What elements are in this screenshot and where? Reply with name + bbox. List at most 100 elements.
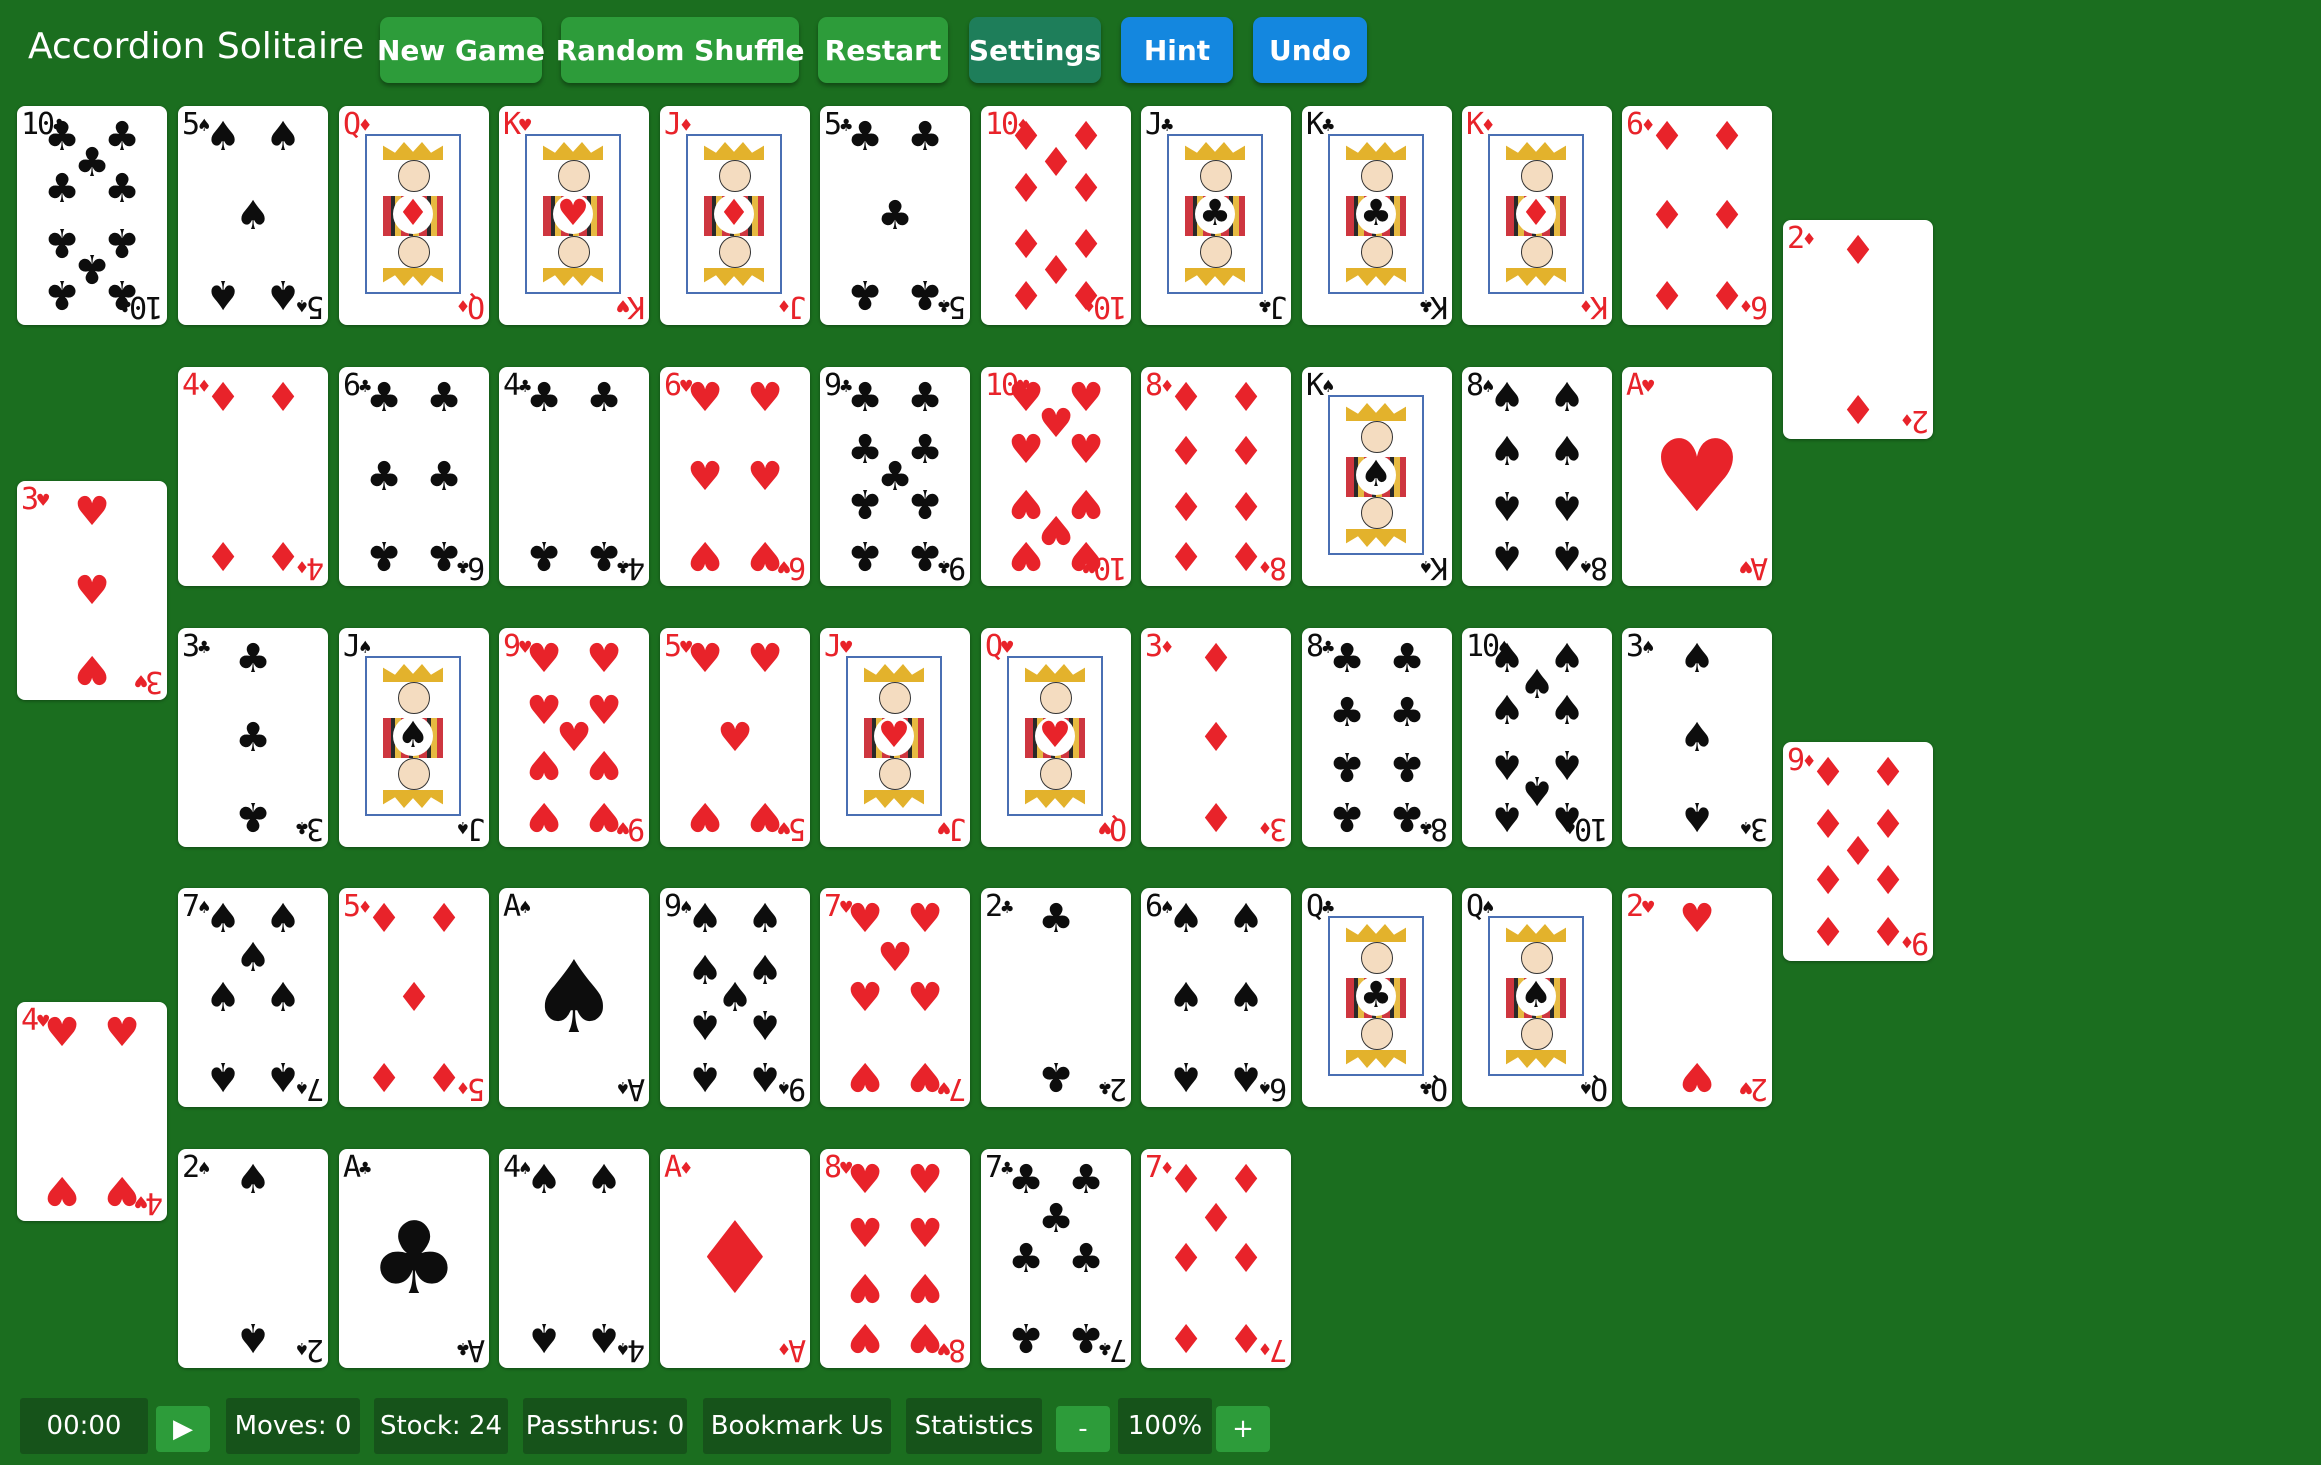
card-7-of-diamonds[interactable]: 7♦ 7♦ ♦ ♦ ♦ ♦ ♦ ♦ ♦ (1141, 1149, 1291, 1368)
card-q-of-diamonds[interactable]: Q♦ Q♦ ♦ (339, 106, 489, 325)
card-8-of-spades[interactable]: 8♠ 8♠ ♠ ♠ ♠ ♠ ♠ ♠ ♠ ♠ (1462, 367, 1612, 586)
heart-icon: ♥ (687, 793, 723, 840)
card-a-of-spades[interactable]: A♠ A♠ ♠ (499, 888, 649, 1107)
card-5-of-diamonds[interactable]: 5♦ 5♦ ♦ ♦ ♦ ♦ ♦ (339, 888, 489, 1107)
club-icon: ♣ (1068, 1235, 1104, 1282)
card-index: 2♣ (1098, 1071, 1127, 1106)
diamond-icon: ♦ (1008, 166, 1044, 213)
zoom-in-button[interactable]: + (1216, 1406, 1270, 1452)
heart-icon: ♥ (747, 374, 783, 421)
card-2-of-diamonds[interactable]: 2♦ 2♦ ♦ ♦ (1783, 220, 1933, 439)
card-4-of-clubs[interactable]: 4♣ 4♣ ♣ ♣ ♣ ♣ (499, 367, 649, 586)
play-icon[interactable]: ▶ (156, 1406, 210, 1452)
heart-icon: ♥ (1008, 427, 1044, 474)
club-icon: ♣ (369, 1199, 459, 1317)
club-icon: ♣ (366, 532, 402, 579)
card-10-of-clubs[interactable]: 10♣ 10♣ ♣ ♣ ♣ ♣ ♣ ♣ ♣ ♣ ♣ ♣ (17, 106, 167, 325)
bookmark-link[interactable]: Bookmark Us (703, 1398, 891, 1454)
card-2-of-clubs[interactable]: 2♣ 2♣ ♣ ♣ (981, 888, 1131, 1107)
heart-icon: ♥ (687, 453, 723, 500)
card-9-of-clubs[interactable]: 9♣ 9♣ ♣ ♣ ♣ ♣ ♣ ♣ ♣ ♣ ♣ (820, 367, 970, 586)
card-index: K♣ (1419, 289, 1448, 324)
card-a-of-clubs[interactable]: A♣ A♣ ♣ (339, 1149, 489, 1368)
card-10-of-diamonds[interactable]: 10♦ 10♦ ♦ ♦ ♦ ♦ ♦ ♦ ♦ ♦ ♦ ♦ (981, 106, 1131, 325)
card-5-of-spades[interactable]: 5♠ 5♠ ♠ ♠ ♠ ♠ ♠ (178, 106, 328, 325)
card-6-of-clubs[interactable]: 6♣ 6♣ ♣ ♣ ♣ ♣ ♣ ♣ (339, 367, 489, 586)
card-k-of-spades[interactable]: K♠ K♠ ♠ (1302, 367, 1452, 586)
zoom-out-button[interactable]: - (1056, 1406, 1110, 1452)
card-9-of-hearts[interactable]: 9♥ 9♥ ♥ ♥ ♥ ♥ ♥ ♥ ♥ ♥ ♥ (499, 628, 649, 847)
card-j-of-hearts[interactable]: J♥ J♥ ♥ (820, 628, 970, 847)
spade-icon: ♠ (1489, 793, 1525, 840)
card-8-of-clubs[interactable]: 8♣ 8♣ ♣ ♣ ♣ ♣ ♣ ♣ ♣ ♣ (1302, 628, 1452, 847)
spade-icon: ♠ (1549, 793, 1585, 840)
spade-icon: ♠ (747, 1053, 783, 1100)
card-4-of-diamonds[interactable]: 4♦ 4♦ ♦ ♦ ♦ ♦ (178, 367, 328, 586)
card-4-of-hearts[interactable]: 4♥ 4♥ ♥ ♥ ♥ ♥ (17, 1002, 167, 1221)
heart-icon: ♥ (74, 488, 110, 535)
heart-icon: ♥ (747, 793, 783, 840)
heart-icon: ♥ (847, 1156, 883, 1203)
card-2-of-spades[interactable]: 2♠ 2♠ ♠ ♠ (178, 1149, 328, 1368)
diamond-icon: ♦ (1228, 429, 1264, 476)
card-k-of-diamonds[interactable]: K♦ K♦ ♦ (1462, 106, 1612, 325)
diamond-icon: ♦ (690, 1199, 780, 1317)
card-j-of-clubs[interactable]: J♣ J♣ ♣ (1141, 106, 1291, 325)
card-7-of-spades[interactable]: 7♠ 7♠ ♠ ♠ ♠ ♠ ♠ ♠ ♠ (178, 888, 328, 1107)
diamond-icon: ♦ (396, 974, 432, 1021)
statistics-link[interactable]: Statistics (906, 1398, 1042, 1454)
card-10-of-spades[interactable]: 10♠ 10♠ ♠ ♠ ♠ ♠ ♠ ♠ ♠ ♠ ♠ ♠ (1462, 628, 1612, 847)
card-j-of-spades[interactable]: J♠ J♠ ♠ (339, 628, 489, 847)
card-8-of-hearts[interactable]: 8♥ 8♥ ♥ ♥ ♥ ♥ ♥ ♥ ♥ ♥ (820, 1149, 970, 1368)
tableau: 10♣ 10♣ ♣ ♣ ♣ ♣ ♣ ♣ ♣ ♣ ♣ ♣ 5♠ 5♠ ♠ ♠ ♠ ♠ ♠ Q♦ Q♦ ♦ K♥ K♥ ♥ J♦ J♦ ♦… (0, 0, 2321, 1465)
court-figure: ♣ (1167, 134, 1263, 294)
card-3-of-diamonds[interactable]: 3♦ 3♦ ♦ ♦ ♦ (1141, 628, 1291, 847)
card-6-of-spades[interactable]: 6♠ 6♠ ♠ ♠ ♠ ♠ ♠ ♠ (1141, 888, 1291, 1107)
club-icon: ♣ (586, 532, 622, 579)
club-icon: ♣ (847, 113, 883, 160)
card-index: A♠ (503, 889, 532, 924)
card-9-of-diamonds[interactable]: 9♦ 9♦ ♦ ♦ ♦ ♦ ♦ ♦ ♦ ♦ ♦ (1783, 742, 1933, 961)
card-5-of-clubs[interactable]: 5♣ 5♣ ♣ ♣ ♣ ♣ ♣ (820, 106, 970, 325)
card-3-of-hearts[interactable]: 3♥ 3♥ ♥ ♥ ♥ (17, 481, 167, 700)
club-icon: ♣ (104, 271, 140, 318)
heart-icon: ♥ (1008, 532, 1044, 579)
card-6-of-hearts[interactable]: 6♥ 6♥ ♥ ♥ ♥ ♥ ♥ ♥ (660, 367, 810, 586)
card-a-of-hearts[interactable]: A♥ A♥ ♥ (1622, 367, 1772, 586)
card-8-of-diamonds[interactable]: 8♦ 8♦ ♦ ♦ ♦ ♦ ♦ ♦ ♦ ♦ (1141, 367, 1291, 586)
card-q-of-hearts[interactable]: Q♥ Q♥ ♥ (981, 628, 1131, 847)
card-3-of-clubs[interactable]: 3♣ 3♣ ♣ ♣ ♣ (178, 628, 328, 847)
card-q-of-clubs[interactable]: Q♣ Q♣ ♣ (1302, 888, 1452, 1107)
card-index: 2♠ (182, 1150, 211, 1185)
card-2-of-hearts[interactable]: 2♥ 2♥ ♥ ♥ (1622, 888, 1772, 1107)
card-k-of-hearts[interactable]: K♥ K♥ ♥ (499, 106, 649, 325)
card-10-of-hearts[interactable]: 10♥ 10♥ ♥ ♥ ♥ ♥ ♥ ♥ ♥ ♥ ♥ ♥ (981, 367, 1131, 586)
diamond-icon: ♦ (1810, 854, 1846, 901)
heart-icon: ♥ (1068, 532, 1104, 579)
card-index: 2♦ (1787, 221, 1816, 256)
card-7-of-hearts[interactable]: 7♥ 7♥ ♥ ♥ ♥ ♥ ♥ ♥ ♥ (820, 888, 970, 1107)
card-a-of-diamonds[interactable]: A♦ A♦ ♦ (660, 1149, 810, 1368)
card-4-of-spades[interactable]: 4♠ 4♠ ♠ ♠ ♠ ♠ (499, 1149, 649, 1368)
card-9-of-spades[interactable]: 9♠ 9♠ ♠ ♠ ♠ ♠ ♠ ♠ ♠ ♠ ♠ (660, 888, 810, 1107)
heart-icon: ♥ (586, 635, 622, 682)
card-6-of-diamonds[interactable]: 6♦ 6♦ ♦ ♦ ♦ ♦ ♦ ♦ (1622, 106, 1772, 325)
club-icon: ♣ (526, 532, 562, 579)
heart-icon: ♥ (1679, 1053, 1715, 1100)
card-index: Q♣ (1419, 1071, 1448, 1106)
diamond-icon: ♦ (1810, 749, 1846, 796)
heart-icon: ♥ (526, 793, 562, 840)
card-3-of-spades[interactable]: 3♠ 3♠ ♠ ♠ ♠ (1622, 628, 1772, 847)
card-k-of-clubs[interactable]: K♣ K♣ ♣ (1302, 106, 1452, 325)
stock-counter: Stock: 24 (374, 1398, 508, 1454)
card-q-of-spades[interactable]: Q♠ Q♠ ♠ (1462, 888, 1612, 1107)
card-index: J♦ (777, 289, 806, 324)
spade-icon: ♠ (1228, 895, 1264, 942)
spade-icon: ♠ (265, 895, 301, 942)
heart-icon: ♥ (877, 935, 913, 982)
card-index: K♦ (1579, 289, 1608, 324)
card-j-of-diamonds[interactable]: J♦ J♦ ♦ (660, 106, 810, 325)
card-7-of-clubs[interactable]: 7♣ 7♣ ♣ ♣ ♣ ♣ ♣ ♣ ♣ (981, 1149, 1131, 1368)
diamond-icon: ♦ (1198, 793, 1234, 840)
card-5-of-hearts[interactable]: 5♥ 5♥ ♥ ♥ ♥ ♥ ♥ (660, 628, 810, 847)
